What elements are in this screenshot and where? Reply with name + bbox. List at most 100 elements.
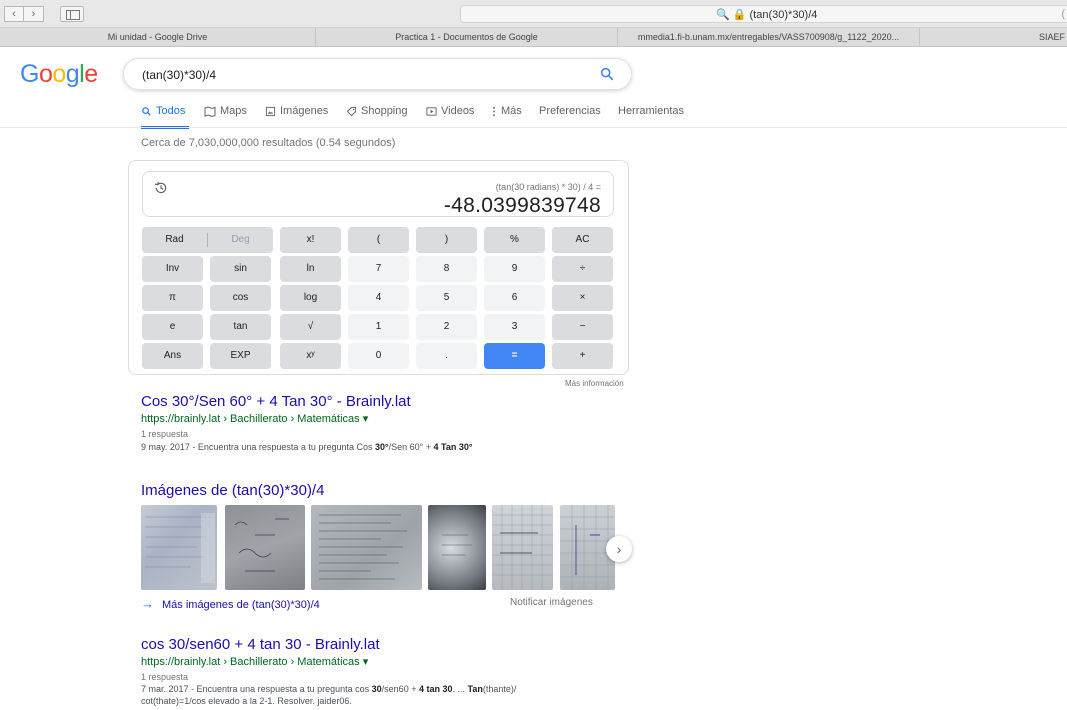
- address-edge-text: (: [1061, 8, 1065, 20]
- key-power[interactable]: xʸ: [280, 343, 341, 369]
- notebook-photo: [442, 534, 472, 556]
- google-logo[interactable]: Google: [20, 60, 98, 89]
- tab-label: Herramientas: [618, 105, 685, 117]
- key-8[interactable]: 8: [416, 256, 477, 282]
- key-decimal[interactable]: .: [416, 343, 477, 369]
- result-stats: Cerca de 7,030,000,000 resultados (0.54 …: [141, 137, 396, 149]
- key-6[interactable]: 6: [484, 285, 545, 311]
- back-button[interactable]: ‹: [4, 6, 24, 22]
- key-pi[interactable]: π: [142, 285, 203, 311]
- key-minus[interactable]: −: [552, 314, 613, 340]
- bookmarks-bar: Mi unidad - Google Drive Practica 1 - Do…: [0, 28, 1067, 47]
- key-open-paren[interactable]: (: [348, 227, 409, 253]
- deg-option[interactable]: Deg: [208, 227, 273, 253]
- tab-label: Imágenes: [280, 105, 329, 117]
- address-icons: 🔍 🔒: [716, 9, 747, 21]
- history-icon[interactable]: [153, 180, 169, 196]
- tab-label: Preferencias: [539, 105, 601, 117]
- result-title-2[interactable]: cos 30/sen60 + 4 tan 30 - Brainly.lat: [141, 636, 380, 653]
- bookmark-unam[interactable]: mmedia1.fi-b.unam.mx/entregables/VASS700…: [618, 28, 920, 46]
- tab-mas[interactable]: Más: [491, 105, 522, 117]
- key-sin[interactable]: sin: [210, 256, 271, 282]
- search-icon: [142, 106, 151, 116]
- result-snippet-1: 9 may. 2017 - Encuentra una respuesta a …: [141, 442, 473, 452]
- more-images-link[interactable]: → Más imágenes de (tan(30)*30)/4: [141, 596, 320, 611]
- search-icon[interactable]: [599, 66, 615, 82]
- result-url-2[interactable]: https://brainly.lat › Bachillerato › Mat…: [141, 655, 368, 668]
- calculator-result: -48.0399839748: [443, 194, 601, 217]
- key-equals[interactable]: =: [484, 343, 545, 369]
- nav-buttons: ‹ ›: [4, 6, 44, 22]
- video-icon: [426, 106, 437, 116]
- key-plus[interactable]: +: [552, 343, 613, 369]
- calculator-display: (tan(30 radians) * 30) / 4 = -48.0399839…: [142, 171, 614, 217]
- address-text: (tan(30)*30)/4: [749, 9, 818, 21]
- tab-herramientas[interactable]: Herramientas: [618, 105, 684, 117]
- address-bar[interactable]: 🔍 🔒 (tan(30)*30)/4 (: [460, 5, 1067, 23]
- key-close-paren[interactable]: ): [416, 227, 477, 253]
- key-3[interactable]: 3: [484, 314, 545, 340]
- image-thumbnail[interactable]: [492, 505, 553, 590]
- key-ac[interactable]: AC: [552, 227, 613, 253]
- more-vert-icon: [493, 106, 495, 116]
- key-percent[interactable]: %: [484, 227, 545, 253]
- key-ln[interactable]: ln: [280, 256, 341, 282]
- bookmark-docs[interactable]: Practica 1 - Documentos de Google: [316, 28, 618, 46]
- tab-label: Shopping: [361, 105, 408, 117]
- key-exp[interactable]: EXP: [210, 343, 271, 369]
- tab-maps[interactable]: Maps: [204, 105, 247, 117]
- image-thumbnail[interactable]: [225, 505, 305, 590]
- bookmark-drive[interactable]: Mi unidad - Google Drive: [0, 28, 316, 46]
- key-2[interactable]: 2: [416, 314, 477, 340]
- key-sqrt[interactable]: √: [280, 314, 341, 340]
- notebook-photo: [145, 513, 215, 583]
- notebook-photo: [319, 514, 407, 580]
- key-log[interactable]: log: [280, 285, 341, 311]
- key-divide[interactable]: ÷: [552, 256, 613, 282]
- key-4[interactable]: 4: [348, 285, 409, 311]
- rad-option[interactable]: Rad: [142, 227, 207, 253]
- image-thumbnail[interactable]: [311, 505, 422, 590]
- images-title[interactable]: Imágenes de (tan(30)*30)/4: [141, 482, 324, 499]
- key-multiply[interactable]: ×: [552, 285, 613, 311]
- image-thumbnail[interactable]: [428, 505, 486, 590]
- browser-toolbar: ‹ › 🔍 🔒 (tan(30)*30)/4 (: [0, 0, 1067, 28]
- more-info-link[interactable]: Más información: [565, 379, 624, 388]
- key-5[interactable]: 5: [416, 285, 477, 311]
- key-0[interactable]: 0: [348, 343, 409, 369]
- key-factorial[interactable]: x!: [280, 227, 341, 253]
- forward-button[interactable]: ›: [24, 6, 44, 22]
- image-thumbnail[interactable]: [141, 505, 217, 590]
- key-ans[interactable]: Ans: [142, 343, 203, 369]
- calculator-card: (tan(30 radians) * 30) / 4 = -48.0399839…: [128, 160, 629, 375]
- tab-imagenes[interactable]: Imágenes: [265, 105, 328, 117]
- tab-videos[interactable]: Videos: [426, 105, 474, 117]
- tab-todos[interactable]: Todos: [141, 105, 185, 117]
- key-7[interactable]: 7: [348, 256, 409, 282]
- search-input[interactable]: (tan(30)*30)/4: [123, 58, 632, 90]
- result-url-1[interactable]: https://brainly.lat › Bachillerato › Mat…: [141, 412, 368, 425]
- report-images-link[interactable]: Notificar imágenes: [510, 597, 593, 608]
- result-snippet-2: 7 mar. 2017 - Encuentra una respuesta a …: [141, 684, 517, 694]
- bookmark-siaef[interactable]: SIAEF: [920, 28, 1067, 46]
- sidebar-toggle-button[interactable]: [60, 6, 84, 22]
- result-snippet-2-line2: cot(thate)=1/cos elevado a la 2-1. Resol…: [141, 696, 352, 706]
- tab-shopping[interactable]: Shopping: [346, 105, 408, 117]
- image-icon: [265, 106, 276, 116]
- arrow-right-icon: →: [141, 596, 154, 611]
- calculator-expression: (tan(30 radians) * 30) / 4 =: [495, 182, 601, 192]
- rad-deg-toggle[interactable]: Rad Deg: [142, 227, 273, 253]
- key-inv[interactable]: Inv: [142, 256, 203, 282]
- map-icon: [204, 105, 216, 117]
- result-title-1[interactable]: Cos 30°/Sen 60° + 4 Tan 30° - Brainly.la…: [141, 393, 411, 410]
- key-9[interactable]: 9: [484, 256, 545, 282]
- key-1[interactable]: 1: [348, 314, 409, 340]
- search-query: (tan(30)*30)/4: [142, 68, 217, 82]
- tab-label: Todos: [156, 105, 186, 117]
- key-cos[interactable]: cos: [210, 285, 271, 311]
- key-tan[interactable]: tan: [210, 314, 271, 340]
- tab-preferencias[interactable]: Preferencias: [539, 105, 601, 117]
- key-e[interactable]: e: [142, 314, 203, 340]
- images-next-button[interactable]: ›: [606, 536, 632, 562]
- result-meta-2: 1 respuesta: [141, 672, 189, 682]
